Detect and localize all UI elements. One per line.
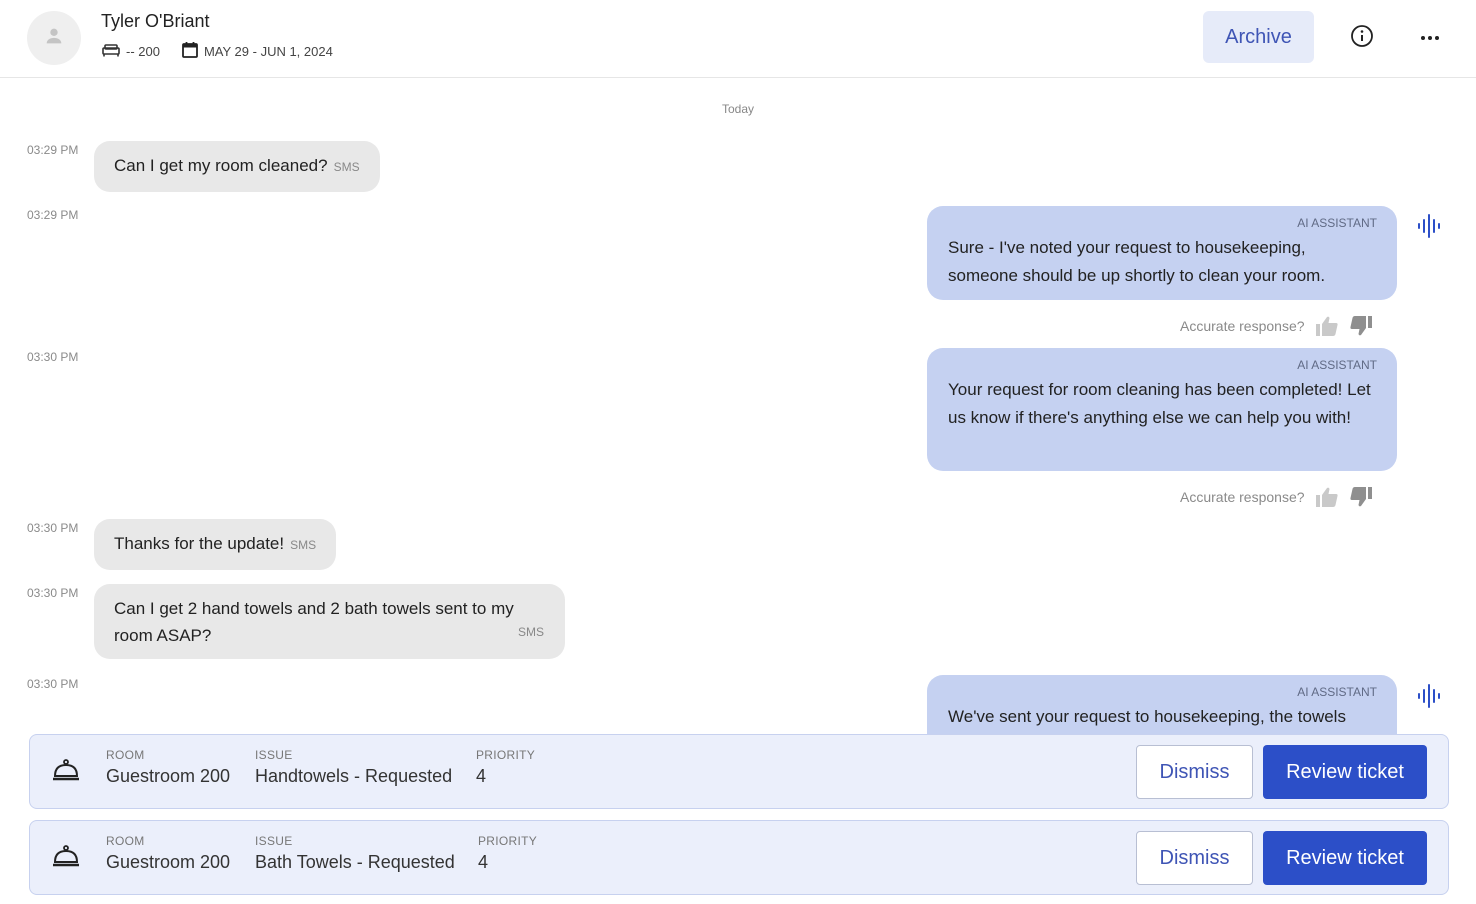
dismiss-button[interactable]: Dismiss xyxy=(1136,831,1253,885)
message-timestamp: 03:29 PM xyxy=(27,208,79,222)
sender-label: AI ASSISTANT xyxy=(1297,358,1377,372)
channel-tag: SMS xyxy=(517,625,544,639)
ticket-room: ROOM Guestroom 200 xyxy=(106,834,230,873)
ticket-issue: ISSUE Bath Towels - Requested xyxy=(255,834,455,873)
voice-icon[interactable] xyxy=(1414,681,1444,711)
sender-label: AI ASSISTANT xyxy=(1297,685,1377,699)
channel-tag: SMS xyxy=(290,538,317,552)
day-divider: Today xyxy=(721,102,755,116)
message-text: Your request for room cleaning has been … xyxy=(948,380,1371,427)
review-ticket-button[interactable]: Review ticket xyxy=(1263,745,1427,799)
guest-message: Can I get 2 hand towels and 2 bath towel… xyxy=(94,584,565,659)
ticket-priority: PRIORITY 4 xyxy=(476,748,535,787)
bed-icon xyxy=(102,43,120,60)
voice-icon[interactable] xyxy=(1414,211,1444,241)
thumbs-down-icon[interactable] xyxy=(1349,486,1373,508)
archive-button[interactable]: Archive xyxy=(1203,11,1314,63)
room-service-bell-icon xyxy=(52,845,80,874)
guest-message: Can I get my room cleaned? SMS xyxy=(94,141,380,192)
info-button[interactable] xyxy=(1344,20,1380,56)
reservation-meta: -- 200 MAY 29 - JUN 1, 2024 xyxy=(102,41,355,61)
ticket-room-label: ROOM xyxy=(106,834,145,848)
ticket-priority: PRIORITY 4 xyxy=(478,834,537,873)
feedback-label: Accurate response? xyxy=(1180,318,1305,334)
ticket-room-label: ROOM xyxy=(106,748,145,762)
person-icon xyxy=(43,25,65,52)
thumbs-up-icon[interactable] xyxy=(1315,486,1339,508)
message-timestamp: 03:30 PM xyxy=(27,350,79,364)
review-ticket-button[interactable]: Review ticket xyxy=(1263,831,1427,885)
more-horizontal-icon xyxy=(1420,28,1440,46)
guest-avatar xyxy=(27,11,81,65)
ticket-room: ROOM Guestroom 200 xyxy=(106,748,230,787)
ticket-issue-label: ISSUE xyxy=(255,834,293,848)
stay-dates: MAY 29 - JUN 1, 2024 xyxy=(182,41,333,61)
message-text: We've sent your request to housekeeping,… xyxy=(948,707,1346,726)
sender-label: AI ASSISTANT xyxy=(1297,216,1377,230)
thumbs-down-icon[interactable] xyxy=(1349,315,1373,337)
message-text: Can I get 2 hand towels and 2 bath towel… xyxy=(114,599,514,645)
ticket-priority-value: 4 xyxy=(478,852,489,872)
ticket-issue-value: Handtowels - Requested xyxy=(255,766,453,786)
message-timestamp: 03:29 PM xyxy=(27,143,79,157)
assistant-message: AI ASSISTANT We've sent your request to … xyxy=(927,675,1397,734)
feedback-label: Accurate response? xyxy=(1180,489,1305,505)
assistant-message: AI ASSISTANT Sure - I've noted your requ… xyxy=(927,206,1397,300)
guest-message: Thanks for the update! SMS xyxy=(94,519,337,570)
message-timestamp: 03:30 PM xyxy=(27,586,79,600)
message-text: Can I get my room cleaned? xyxy=(114,156,328,175)
room-service-bell-icon xyxy=(52,759,80,788)
more-options-button[interactable] xyxy=(1412,19,1448,55)
ticket-issue-label: ISSUE xyxy=(255,748,293,762)
chat-thread[interactable]: Today 03:29 PM Can I get my room cleaned… xyxy=(0,78,1476,734)
room-info: -- 200 xyxy=(102,43,160,60)
message-timestamp: 03:30 PM xyxy=(27,521,79,535)
ticket-issue-value: Bath Towels - Requested xyxy=(255,852,455,872)
stay-dates-text: MAY 29 - JUN 1, 2024 xyxy=(203,43,333,59)
ticket-card: ROOM Guestroom 200 ISSUE Bath Towels - R… xyxy=(29,820,1449,895)
ticket-card: ROOM Guestroom 200 ISSUE Handtowels - Re… xyxy=(29,734,1449,809)
response-feedback: Accurate response? xyxy=(1180,315,1373,337)
calendar-icon xyxy=(182,41,198,61)
response-feedback: Accurate response? xyxy=(1180,486,1373,508)
conversation-header: Tyler O'Briant -- 200 MAY 29 - JUN 1, 20… xyxy=(0,0,1476,78)
message-timestamp: 03:30 PM xyxy=(27,677,79,691)
ticket-priority-label: PRIORITY xyxy=(478,834,538,848)
ticket-room-value: Guestroom 200 xyxy=(106,766,231,786)
message-text: Thanks for the update! xyxy=(114,534,285,553)
ticket-issue: ISSUE Handtowels - Requested xyxy=(255,748,452,787)
message-text: Sure - I've noted your request to housek… xyxy=(948,238,1326,285)
ticket-priority-value: 4 xyxy=(476,766,487,786)
assistant-message: AI ASSISTANT Your request for room clean… xyxy=(927,348,1397,471)
thumbs-up-icon[interactable] xyxy=(1315,315,1339,337)
ticket-room-value: Guestroom 200 xyxy=(106,852,231,872)
info-icon xyxy=(1350,24,1374,53)
channel-tag: SMS xyxy=(333,160,360,174)
dismiss-button[interactable]: Dismiss xyxy=(1136,745,1253,799)
ticket-priority-label: PRIORITY xyxy=(476,748,536,762)
room-number: -- 200 xyxy=(126,43,160,59)
guest-name: Tyler O'Briant xyxy=(101,11,210,31)
